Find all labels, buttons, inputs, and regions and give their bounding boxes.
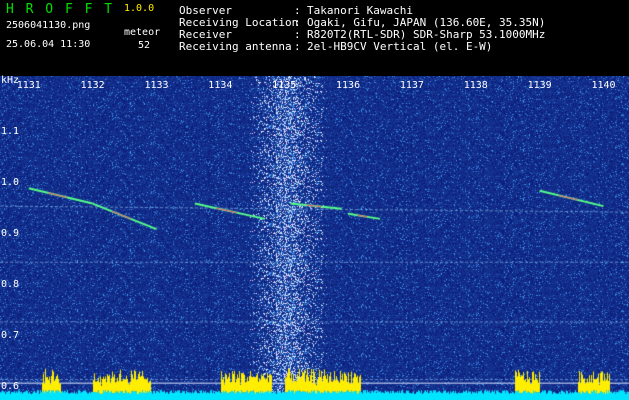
- app-title: H R O F F T: [6, 2, 115, 17]
- observer-separator: :: [294, 4, 301, 17]
- receiver-label: Receiver: [179, 28, 232, 41]
- location-value: Ogaki, Gifu, JAPAN (136.60E, 35.35N): [307, 16, 546, 29]
- antenna-label: Receiving antenna: [179, 40, 292, 53]
- receiver-separator: :: [294, 28, 301, 41]
- receiver-value: R820T2(RTL-SDR) SDR-Sharp 53.1000MHz: [307, 28, 546, 41]
- observer-value: Takanori Kawachi: [307, 4, 413, 17]
- observer-label: Observer: [179, 4, 232, 17]
- header-panel: H R O F F T 1.0.0 2506041130.png 25.06.0…: [0, 0, 629, 76]
- antenna-value: 2el-HB9CV Vertical (el. E-W): [307, 40, 493, 53]
- location-separator: :: [294, 16, 301, 29]
- meteor-count: 52: [138, 40, 151, 51]
- location-label: Receiving Location: [179, 16, 299, 29]
- antenna-separator: :: [294, 40, 301, 53]
- file-name: 2506041130.png: [6, 20, 91, 31]
- spectrogram-canvas: [0, 76, 629, 400]
- timestamp: 25.06.04 11:30: [6, 39, 91, 50]
- app-version: 1.0.0: [124, 3, 155, 14]
- type-label: meteor: [124, 27, 161, 38]
